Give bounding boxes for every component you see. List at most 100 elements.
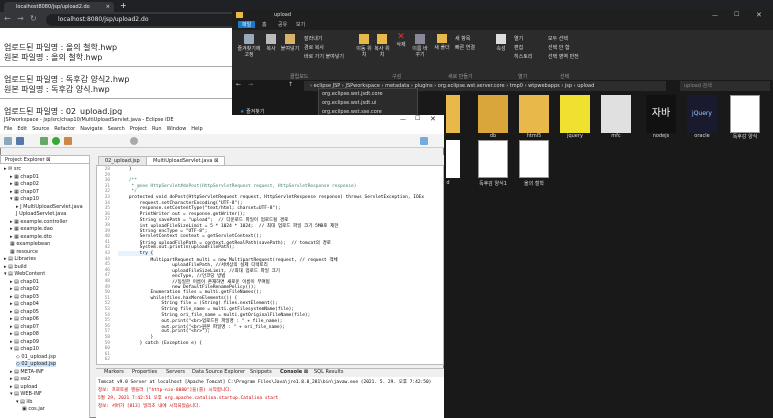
maximize-icon[interactable]: ☐: [734, 11, 739, 18]
cut-button[interactable]: 잘라내기: [304, 35, 322, 42]
tree-item[interactable]: ▸ ▤ Libraries: [4, 256, 36, 262]
menu-source[interactable]: Source: [32, 126, 49, 132]
tree-item[interactable]: ▸ ▦ example.dao: [10, 226, 53, 232]
menu-edit[interactable]: Edit: [17, 126, 27, 132]
tree-item[interactable]: ▸ ▦ example.dto: [10, 234, 52, 240]
new-icon[interactable]: [4, 137, 12, 145]
search-input[interactable]: upload 검색: [680, 81, 770, 91]
properties-button[interactable]: 속성: [494, 34, 508, 52]
tab-data-source[interactable]: Data Source Explorer: [192, 369, 245, 375]
paste-shortcut-button[interactable]: 바로 가기 붙여넣기: [304, 53, 344, 60]
tree-item[interactable]: ▸ ▤ chap09: [10, 339, 39, 345]
paste-button[interactable]: 붙여넣기: [280, 34, 300, 52]
minimize-icon[interactable]: —: [712, 12, 718, 19]
tree-item[interactable]: ▸ ✉ src: [4, 166, 21, 172]
move-button[interactable]: 이동 위치: [356, 34, 372, 58]
search-icon[interactable]: [130, 137, 138, 145]
tree-item[interactable]: ▸ ▤ build: [4, 264, 27, 270]
folder-tile-mfc[interactable]: [601, 95, 631, 133]
new-folder-button[interactable]: 새 폴더: [434, 34, 450, 51]
menu-search[interactable]: Search: [108, 126, 125, 132]
file-tile-hwp[interactable]: [730, 95, 760, 133]
tree-item[interactable]: ▦ resource: [10, 249, 38, 255]
project-explorer-title[interactable]: Project Explorer ⊠: [5, 157, 50, 163]
file-tile-partial[interactable]: [446, 140, 460, 178]
menu-run[interactable]: Run: [152, 126, 162, 132]
tree-item[interactable]: ▸ ▦ chap07: [10, 189, 39, 195]
tab-markers[interactable]: Markers: [104, 369, 124, 375]
tree-item[interactable]: ◇ 01_upload.jsp: [16, 354, 56, 360]
select-none-button[interactable]: 선택 안 함: [548, 44, 570, 51]
open-button[interactable]: 열기: [514, 35, 523, 42]
rename-button[interactable]: 이름 바꾸기: [411, 34, 429, 58]
tree-item[interactable]: ▸ ▤ chap05: [10, 309, 39, 315]
pin-button[interactable]: 즐겨찾기에 고정: [236, 34, 262, 58]
tree-item[interactable]: ▸ ▤ chap01: [10, 279, 39, 285]
tree-item[interactable]: ▸ J MultiUploadServlet.java: [16, 204, 83, 210]
history-button[interactable]: 히스토리: [514, 53, 532, 60]
tree-item[interactable]: ◇ 02_upload.jsp: [16, 361, 57, 367]
forward-icon[interactable]: →: [17, 14, 24, 23]
close-icon[interactable]: ✕: [430, 115, 436, 123]
tab-close-icon[interactable]: ×: [106, 2, 110, 12]
delete-button[interactable]: ✕ 삭제: [393, 33, 409, 49]
debug-icon[interactable]: [40, 137, 48, 145]
tab-snippets[interactable]: Snippets: [250, 369, 272, 375]
maximize-icon[interactable]: ☐: [415, 115, 420, 122]
minimize-icon[interactable]: —: [400, 116, 406, 123]
file-tile-hwp[interactable]: [519, 140, 549, 178]
server-icon[interactable]: [64, 137, 72, 145]
autocomplete-item[interactable]: org.eclipse.wst.jsdt.core: [322, 91, 383, 97]
tab-properties[interactable]: Properties: [132, 369, 157, 375]
menu-window[interactable]: Window: [167, 126, 187, 132]
perspective-icon[interactable]: [420, 137, 428, 145]
tree-item[interactable]: ▸ ▤ upload: [10, 384, 37, 390]
folder-tile-oracle[interactable]: jQuery: [687, 95, 717, 133]
tree-item[interactable]: ▣ cos.jar: [22, 406, 45, 412]
ribbon-tab-home[interactable]: 홈: [262, 21, 267, 28]
tree-item[interactable]: ▸ ▤ chap03: [10, 294, 39, 300]
easy-access-button[interactable]: 빠른 연결: [455, 44, 475, 51]
save-icon[interactable]: [16, 137, 24, 145]
ribbon-tab-view[interactable]: 보기: [296, 21, 305, 28]
folder-tile-nodejs[interactable]: 자바: [646, 95, 676, 133]
tab-servers[interactable]: Servers: [166, 369, 185, 375]
tree-item[interactable]: ▸ ▦ chap02: [10, 181, 39, 187]
back-icon[interactable]: ←: [4, 14, 11, 23]
menu-refactor[interactable]: Refactor: [54, 126, 75, 132]
copy-button[interactable]: 복사: [264, 34, 278, 52]
tree-item[interactable]: ▸ ▤ chap06: [10, 316, 39, 322]
tab-sql-results[interactable]: SQL Results: [314, 369, 344, 375]
new-tab-button[interactable]: +: [120, 1, 127, 10]
file-tile-hwp[interactable]: [478, 140, 508, 178]
tree-item[interactable]: ▸ ▦ chap01: [10, 174, 39, 180]
tree-item[interactable]: ▸ ▤ META-INF: [10, 369, 44, 375]
menu-file[interactable]: File: [4, 126, 12, 132]
reload-icon[interactable]: ↻: [30, 14, 37, 23]
tree-item[interactable]: ▾ ▦ chap10: [10, 196, 39, 202]
menu-navigate[interactable]: Navigate: [80, 126, 102, 132]
tree-item[interactable]: ▾ ▤ WebContent: [4, 271, 45, 277]
tree-item[interactable]: ▾ ▤ lib: [16, 399, 32, 405]
close-icon[interactable]: ✕: [756, 11, 762, 19]
tree-item[interactable]: ▸ ▦ example.controller: [10, 219, 67, 225]
run-icon[interactable]: [52, 137, 60, 145]
menu-project[interactable]: Project: [130, 126, 147, 132]
autocomplete-item[interactable]: org.eclipse.wst.jsdt.ui: [322, 100, 376, 106]
ribbon-tab-share[interactable]: 공유: [278, 21, 287, 28]
browser-tab[interactable]: localhost8080/jsp/upload2.do ×: [4, 2, 114, 12]
tree-item[interactable]: ▸ ▤ chap04: [10, 301, 39, 307]
folder-tile-jquery[interactable]: [560, 95, 590, 133]
invert-selection-button[interactable]: 선택 영역 반전: [548, 53, 579, 60]
folder-tile-partial[interactable]: [446, 95, 460, 133]
tree-item[interactable]: ▸ ▤ chap08: [10, 331, 39, 337]
copy-path-button[interactable]: 경로 복사: [304, 44, 324, 51]
editor-tab[interactable]: 02_upload.jsp: [98, 156, 147, 165]
up-icon[interactable]: ↑: [288, 81, 293, 88]
back-icon[interactable]: ←: [236, 81, 241, 88]
edit-button[interactable]: 편집: [514, 44, 523, 51]
tree-item[interactable]: ▸ ▤ chap07: [10, 324, 39, 330]
forward-icon[interactable]: →: [248, 81, 253, 88]
editor-tab-active[interactable]: MultiUploadServlet.java ⊠: [146, 156, 226, 165]
select-all-button[interactable]: 모두 선택: [548, 35, 568, 42]
